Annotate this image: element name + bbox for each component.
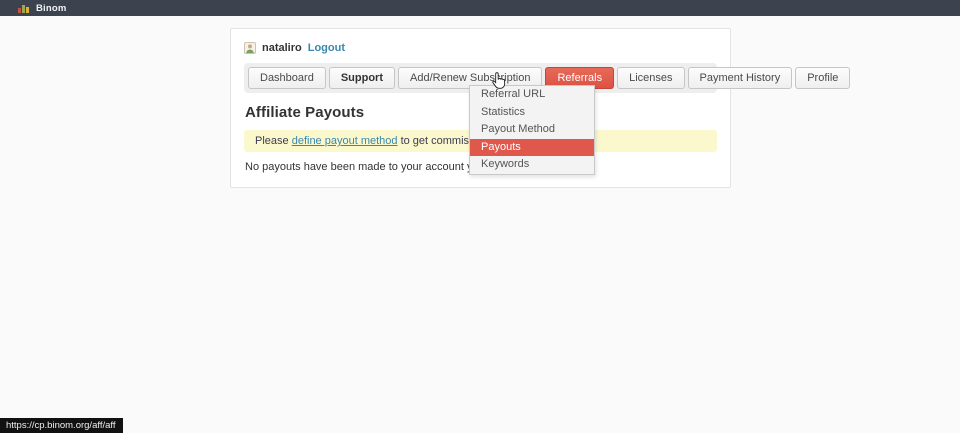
nav-tab-dashboard[interactable]: Dashboard xyxy=(248,67,326,89)
screen: Binom nataliro Logout DashboardSupportAd… xyxy=(0,0,960,433)
dropdown-item-payouts[interactable]: Payouts xyxy=(470,139,594,157)
define-payout-method-link[interactable]: define payout method xyxy=(292,135,398,147)
referrals-dropdown: Referral URLStatisticsPayout MethodPayou… xyxy=(469,85,595,175)
topbar: Binom xyxy=(0,0,960,16)
nav-tab-licenses[interactable]: Licenses xyxy=(617,67,684,89)
notice-text-prefix: Please xyxy=(255,135,292,147)
username: nataliro xyxy=(262,42,302,54)
dropdown-item-payout-method[interactable]: Payout Method xyxy=(470,121,594,139)
nav-tab-support[interactable]: Support xyxy=(329,67,395,89)
link-preview-statusbar: https://cp.binom.org/aff/aff xyxy=(0,418,123,433)
dropdown-item-referral-url[interactable]: Referral URL xyxy=(470,86,594,104)
user-avatar-icon xyxy=(244,42,256,54)
bar-chart-logo-icon[interactable] xyxy=(18,4,29,13)
dropdown-item-statistics[interactable]: Statistics xyxy=(470,104,594,122)
nav-tab-profile[interactable]: Profile xyxy=(795,67,850,89)
nav-tab-payment-history[interactable]: Payment History xyxy=(688,67,793,89)
brand-title[interactable]: Binom xyxy=(36,3,67,14)
user-row: nataliro Logout xyxy=(244,42,717,54)
logout-link[interactable]: Logout xyxy=(308,42,345,54)
dropdown-item-keywords[interactable]: Keywords xyxy=(470,156,594,174)
